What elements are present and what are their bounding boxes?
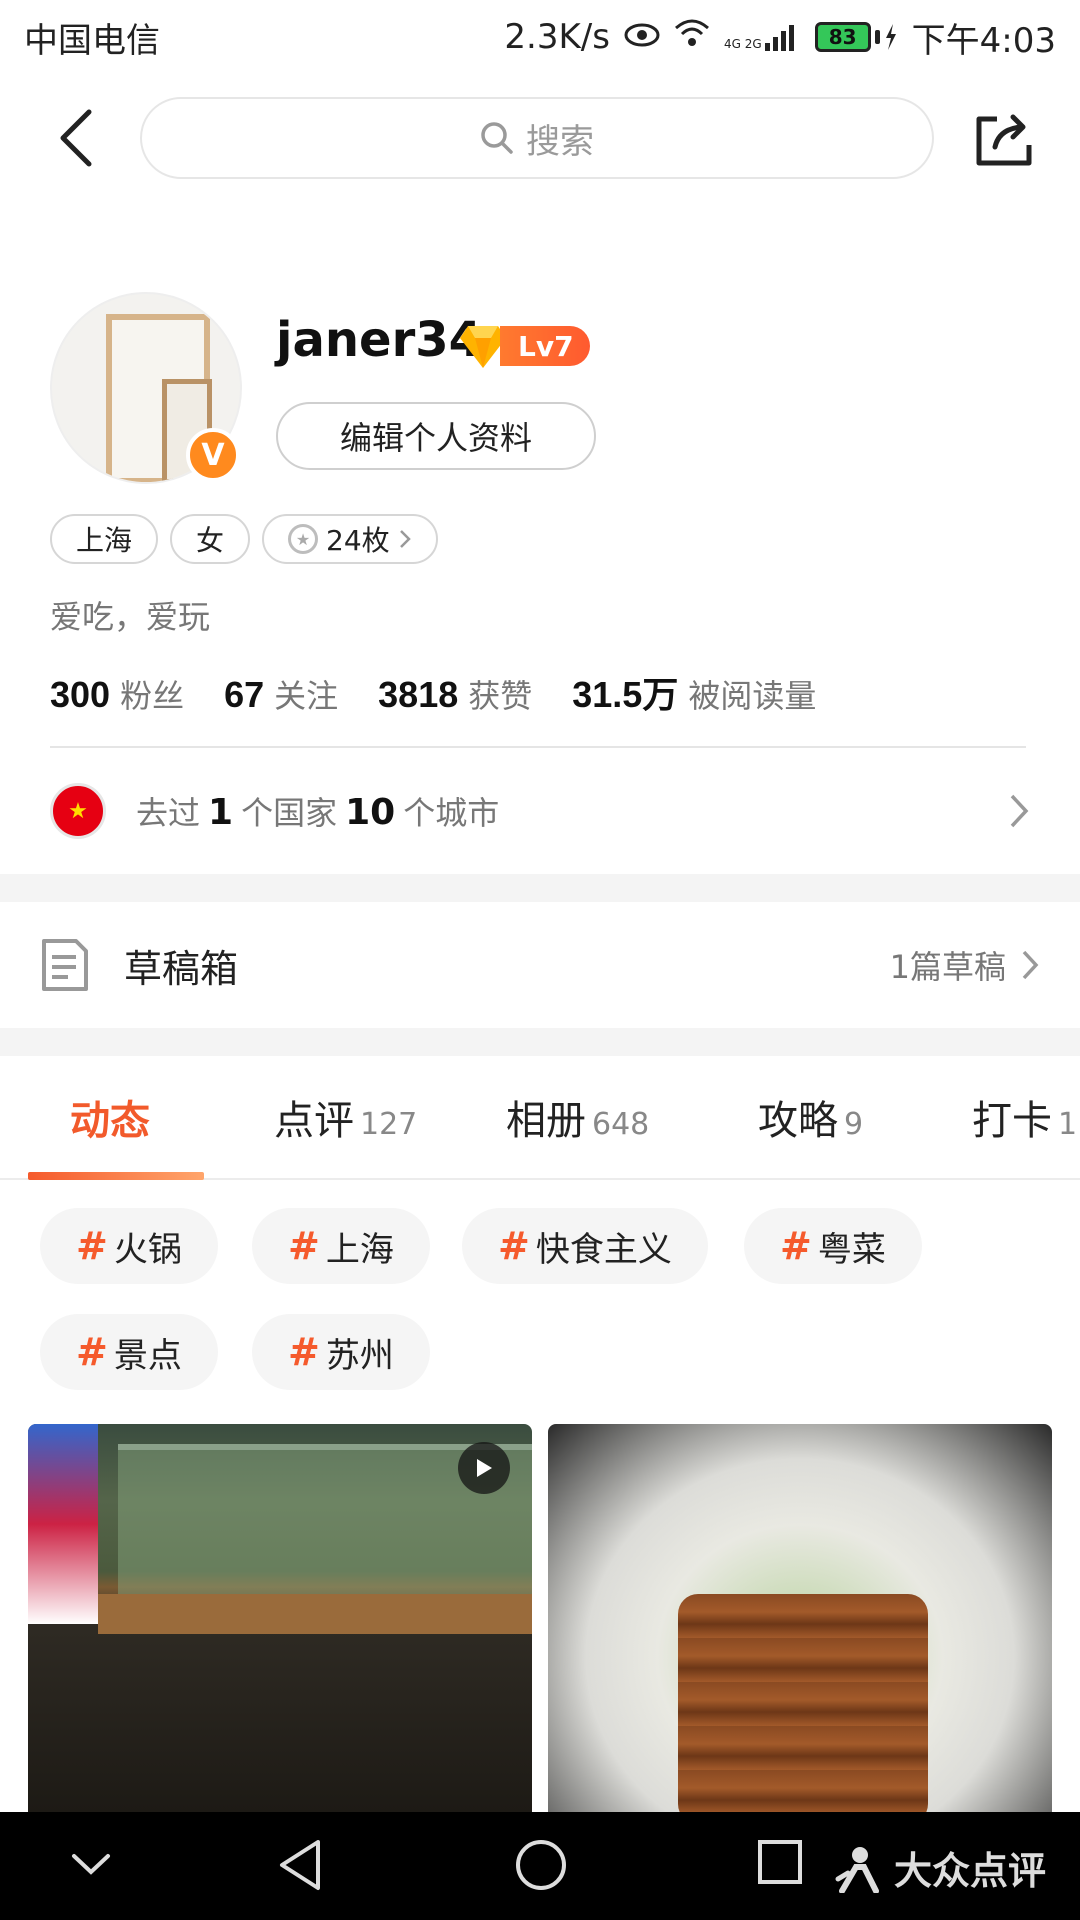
verified-badge-icon: V: [186, 428, 240, 482]
chevron-right-icon: [399, 530, 411, 548]
tab-checkins[interactable]: 打卡 1: [972, 1088, 1077, 1146]
travel-summary[interactable]: ★ 去过 1 个国家 10 个城市: [50, 774, 1030, 848]
shop-sign: [28, 1424, 98, 1624]
tab-guides[interactable]: 攻略 9: [758, 1088, 863, 1146]
bio: 爱吃，爱玩: [50, 598, 211, 636]
hashtag-icon: #: [288, 1330, 320, 1374]
status-bar: 中国电信 2.3K/s 4G 2G 83 下午4:03: [0, 0, 1080, 74]
chevron-right-icon: [1022, 950, 1039, 980]
tab-reviews[interactable]: 点评 127: [274, 1088, 417, 1146]
content-tabs: 动态 点评 127 相册 648 攻略 9 打卡 1: [0, 1056, 1080, 1180]
share-button[interactable]: [964, 93, 1044, 183]
search-input[interactable]: 搜索: [140, 97, 934, 179]
signal-icon: 4G 2G: [724, 23, 801, 51]
net-speed: 2.3K/s: [504, 17, 610, 57]
medal-icon: ★: [288, 524, 319, 554]
section-gap: [0, 1028, 1080, 1056]
gender-tag: 女: [170, 514, 251, 564]
drafts-title: 草稿箱: [124, 946, 239, 991]
following-stat[interactable]: 67 关注: [224, 671, 338, 717]
battery-icon: 83: [814, 22, 898, 52]
level-badge: Lv7: [458, 322, 590, 370]
clock: 下午4:03: [911, 20, 1056, 61]
hashtag-chip[interactable]: # 景点: [40, 1314, 218, 1390]
top-nav: 搜索: [0, 86, 1080, 190]
hashtag-chip[interactable]: # 快食主义: [462, 1208, 708, 1284]
brand-watermark: 大众点评: [834, 1840, 1046, 1895]
wooden-shelf: [98, 1594, 532, 1634]
pork-cutlet-photo: [678, 1594, 928, 1812]
followers-stat[interactable]: 300 粉丝: [50, 671, 184, 717]
tab-albums[interactable]: 相册 648: [506, 1088, 649, 1146]
username: janer34: [276, 312, 483, 368]
china-flag-icon: ★: [50, 783, 106, 839]
dianping-logo-icon: [835, 1846, 879, 1893]
share-icon: [976, 114, 1032, 166]
eye-icon: [624, 17, 660, 57]
hashtag-chip[interactable]: # 苏州: [252, 1314, 430, 1390]
hashtag-icon: #: [76, 1224, 108, 1268]
battery-level: 83: [814, 22, 871, 52]
active-tab-indicator: [28, 1172, 204, 1180]
nav-home-icon[interactable]: [514, 1838, 568, 1896]
chevron-right-icon: [1010, 794, 1029, 828]
hashtag-icon: #: [76, 1330, 108, 1374]
drafts-row[interactable]: 草稿箱 1篇草稿: [0, 902, 1080, 1028]
feed-video-thumbnail[interactable]: [28, 1424, 532, 1812]
hashtag-chip[interactable]: # 上海: [252, 1208, 430, 1284]
tab-feed[interactable]: 动态: [70, 1088, 150, 1146]
hashtag-icon: #: [498, 1224, 530, 1268]
medals-count: 24枚: [326, 524, 390, 557]
hashtag-chip[interactable]: # 火锅: [40, 1208, 218, 1284]
nav-back-icon[interactable]: [276, 1838, 324, 1896]
carrier-label: 中国电信: [24, 20, 160, 61]
edit-profile-button[interactable]: 编辑个人资料: [276, 402, 596, 470]
wifi-icon: [674, 17, 710, 57]
hashtag-icon: #: [288, 1224, 320, 1268]
profile-tags: 上海 女 ★ 24枚: [50, 514, 438, 564]
system-nav-bar: 大众点评: [0, 1812, 1080, 1920]
feed-photo-thumbnail[interactable]: [548, 1424, 1052, 1812]
divider: [50, 746, 1026, 748]
drafts-count: 1篇草稿: [889, 948, 1006, 986]
hide-keyboard-icon[interactable]: [70, 1850, 112, 1882]
reads-stat[interactable]: 31.5万 被阅读量: [572, 666, 816, 718]
nav-recents-icon[interactable]: [756, 1838, 804, 1890]
search-icon: [481, 122, 513, 154]
city-tag[interactable]: 上海: [50, 514, 159, 564]
network-type: 4G 2G: [723, 37, 762, 51]
draft-document-icon: [42, 939, 88, 991]
back-arrow-icon: [60, 109, 92, 167]
likes-stat[interactable]: 3818 获赞: [378, 671, 532, 717]
medals-tag[interactable]: ★ 24枚: [262, 514, 438, 564]
level-label: Lv7: [500, 326, 590, 366]
section-gap: [0, 874, 1080, 902]
hashtag-chip[interactable]: # 粤菜: [744, 1208, 922, 1284]
search-placeholder: 搜索: [526, 121, 594, 162]
hashtag-icon: #: [780, 1224, 812, 1268]
play-icon[interactable]: [458, 1442, 510, 1494]
stats-row: 300 粉丝 67 关注 3818 获赞 31.5万 被阅读量: [50, 666, 816, 718]
back-button[interactable]: [30, 93, 120, 183]
